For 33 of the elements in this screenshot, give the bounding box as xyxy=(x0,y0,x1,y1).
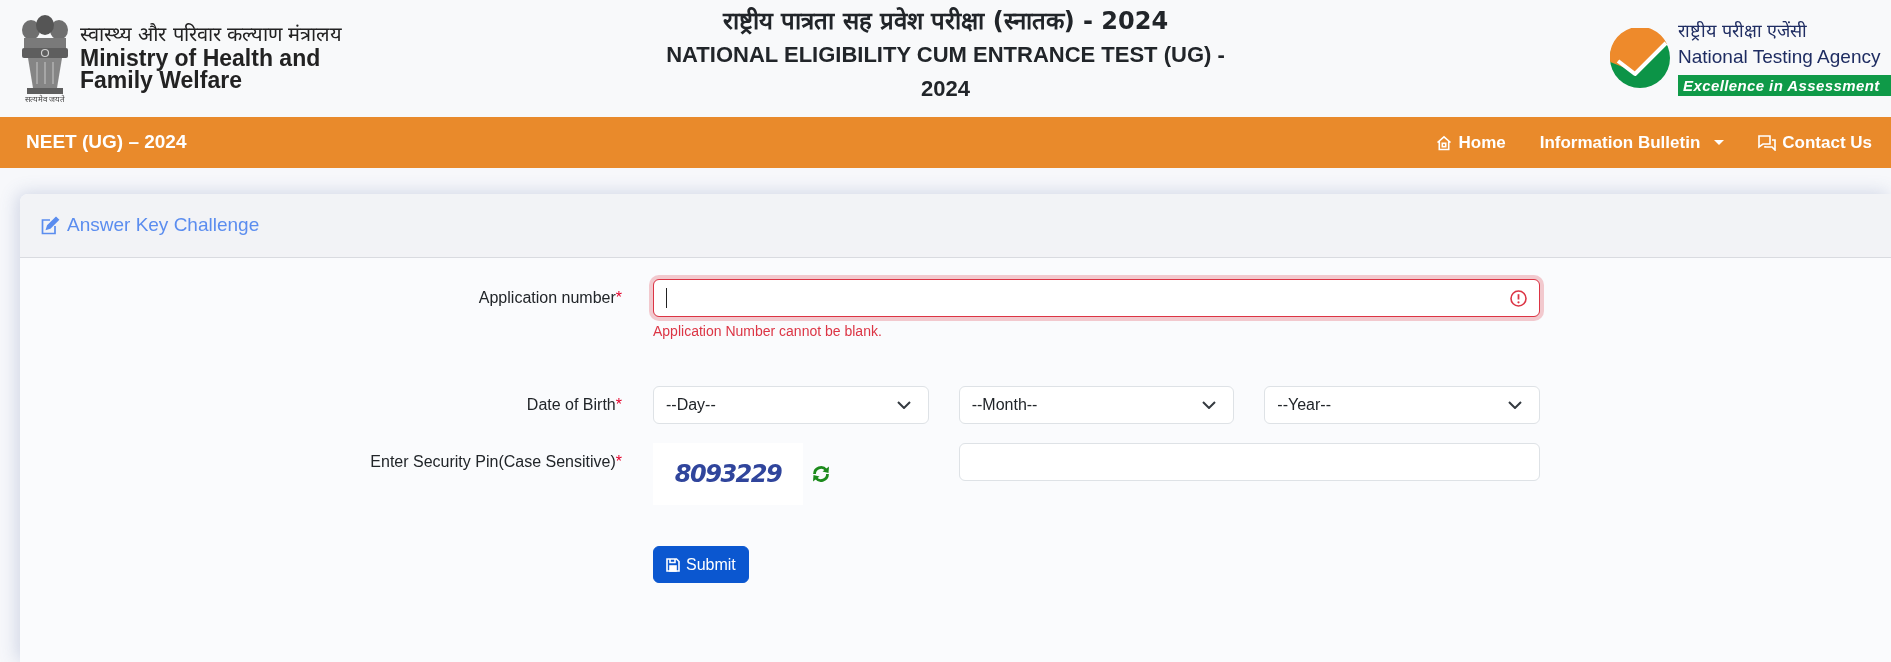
chat-icon xyxy=(1758,134,1777,151)
edit-icon xyxy=(41,216,61,235)
chevron-down-icon xyxy=(896,401,911,409)
date-select[interactable]: --Month-- xyxy=(958,386,1235,424)
checkmark-logo-icon xyxy=(1610,28,1670,88)
error-icon xyxy=(1510,290,1527,307)
captcha-image: 8093229 xyxy=(653,443,803,505)
agency-name: National Testing Agency xyxy=(1678,45,1882,69)
card-title: Answer Key Challenge xyxy=(67,213,260,238)
field-label: Application number* xyxy=(477,288,622,308)
text-cursor-icon xyxy=(666,288,667,308)
tagline-banner: Excellence in Assessment xyxy=(1678,75,1891,96)
motto-text: सत्यमेव जयते xyxy=(24,95,66,105)
home-icon xyxy=(1436,134,1453,151)
field-label: Date of Birth* xyxy=(525,395,622,415)
save-icon xyxy=(666,557,680,572)
agency-name-hindi: राष्ट्रीय परीक्षा एजेंसी xyxy=(1678,20,1809,42)
emblem-icon xyxy=(19,14,71,94)
security-pin-field[interactable] xyxy=(958,443,1540,481)
application-number-field[interactable] xyxy=(653,279,1540,317)
ministry-name-hindi: स्वास्थ्य और परिवार कल्याण मंत्रालय xyxy=(80,22,343,47)
error-message: Application Number cannot be blank. xyxy=(653,322,883,341)
date-select[interactable]: --Day-- xyxy=(653,386,929,424)
caret-icon xyxy=(1714,140,1725,145)
field-label: Enter Security Pin(Case Sensitive)* xyxy=(369,452,622,472)
chevron-down-icon xyxy=(1202,401,1217,409)
submit-button[interactable]: Submit xyxy=(653,546,749,583)
ministry-name: Ministry of Health and Family Welfare xyxy=(80,47,322,91)
exam-title-hindi: राष्ट्रीय पात्रता सह प्रवेश परीक्षा (स्नातक) - 2024 xyxy=(721,6,1170,37)
date-select[interactable]: --Year-- xyxy=(1264,386,1540,424)
refresh-icon[interactable] xyxy=(811,464,831,484)
exam-title: NATIONAL ELIGIBILITY CUM ENTRANCE TEST (UG) - 2024 xyxy=(665,41,1226,103)
chevron-down-icon xyxy=(1508,401,1522,409)
